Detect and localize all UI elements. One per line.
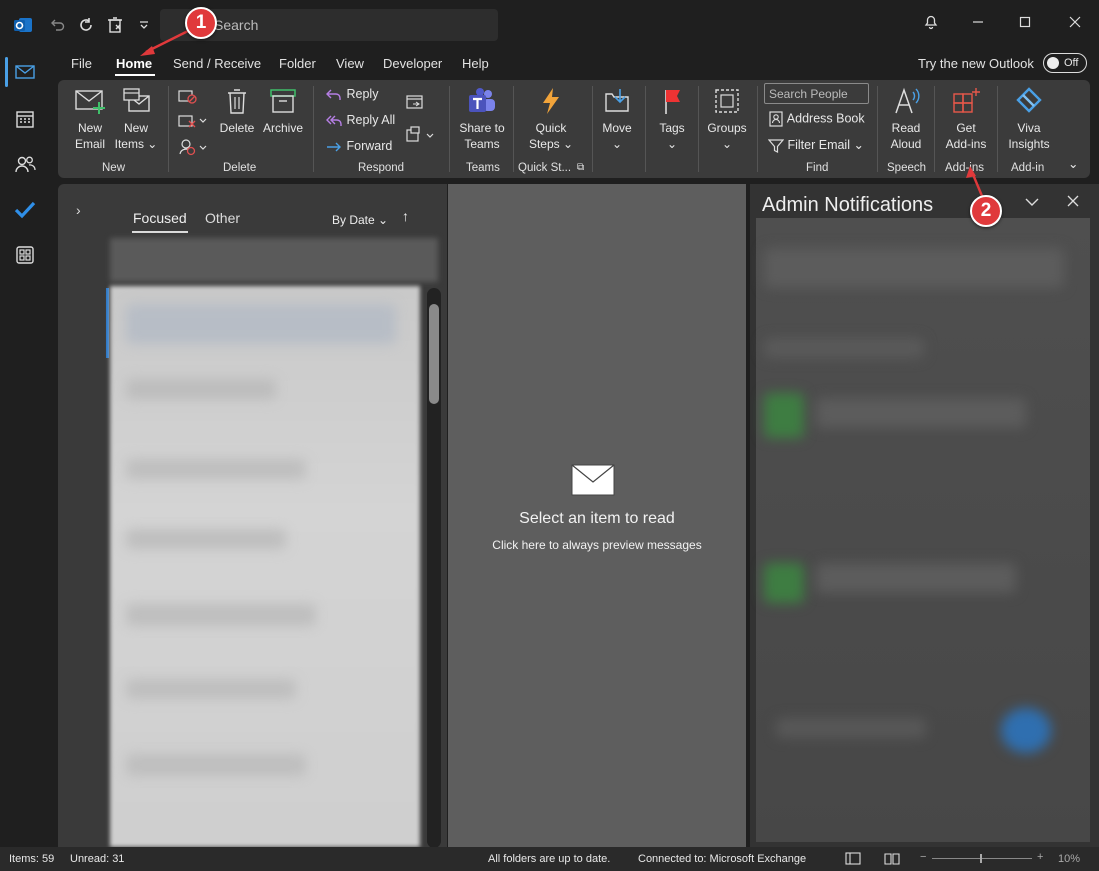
annotation-badge-2: 2	[970, 195, 1002, 227]
annotation-badge-1: 1	[185, 7, 217, 39]
annotation-arrows	[140, 28, 984, 197]
